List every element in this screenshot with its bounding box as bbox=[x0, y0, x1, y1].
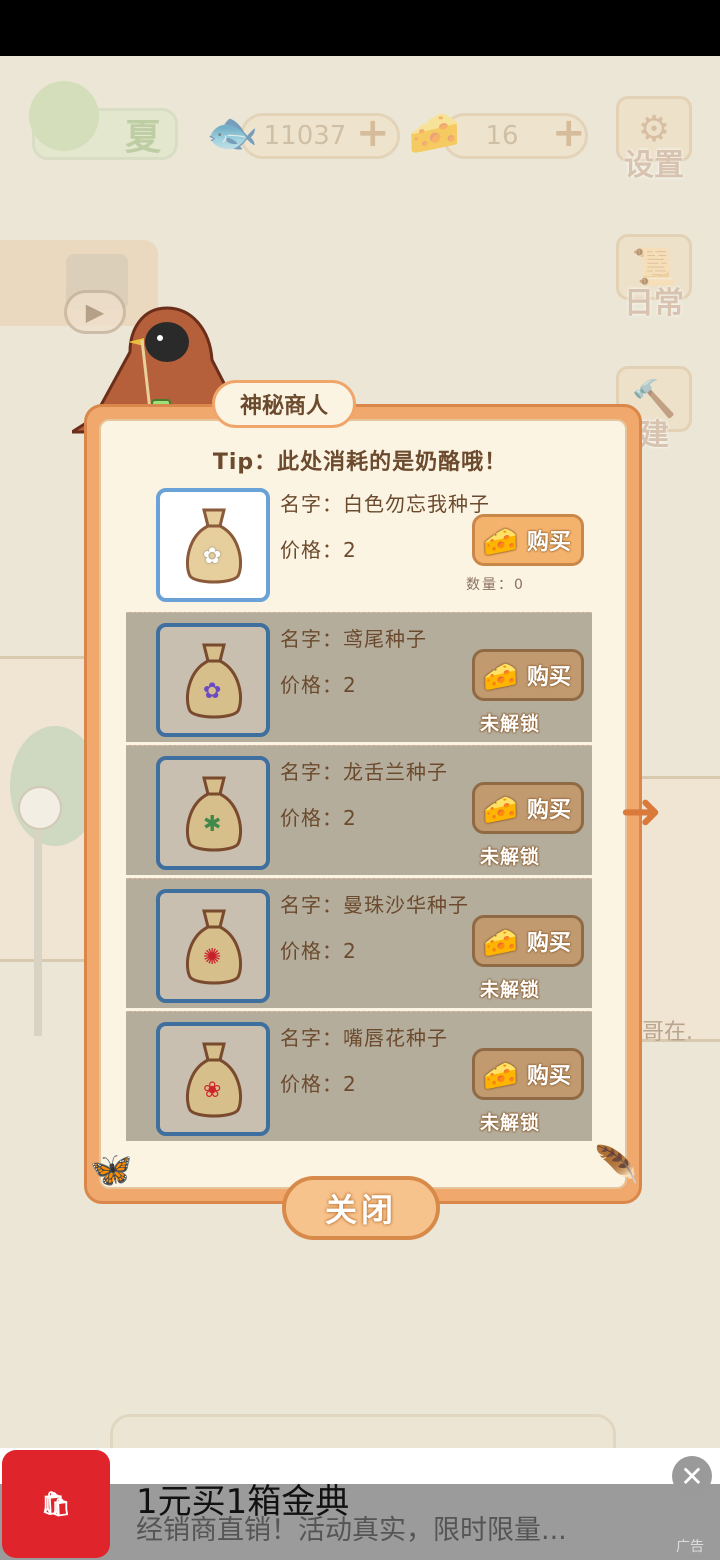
item-price: 价格：2 bbox=[280, 806, 357, 830]
add-cheese-icon[interactable]: + bbox=[552, 110, 586, 156]
cheese-icon: 🧀 bbox=[483, 525, 518, 558]
seed-item-frame: ✱ bbox=[156, 756, 270, 870]
item-quantity: 数量：0 bbox=[466, 577, 525, 593]
item-name: 名字：嘴唇花种子 bbox=[280, 1026, 448, 1050]
seed-item-frame: ✺ bbox=[156, 889, 270, 1003]
seed-item-frame: ✿ bbox=[156, 488, 270, 602]
buy-label: 购买 bbox=[526, 931, 571, 956]
cheese-icon: 🧀 bbox=[483, 1059, 518, 1092]
buy-button[interactable]: 🧀 购买 bbox=[472, 1048, 584, 1100]
fish-counter: 11037 🐟 + bbox=[206, 108, 400, 162]
cheese-counter: 16 🧀 + bbox=[408, 108, 588, 162]
locked-label: 未解锁 bbox=[480, 846, 541, 868]
daily-label: 日常 bbox=[624, 286, 684, 321]
dragonfly-icon: 🪶 bbox=[594, 1145, 639, 1186]
buy-label: 购买 bbox=[526, 530, 571, 555]
next-page-arrow-icon[interactable]: ➜ bbox=[620, 782, 662, 840]
seed-item-frame: ❀ bbox=[156, 1022, 270, 1136]
buy-label: 购买 bbox=[526, 1064, 571, 1089]
cheese-count: 16 bbox=[485, 121, 519, 151]
buy-button[interactable]: 🧀 购买 bbox=[472, 649, 584, 701]
background-bottom-buildings bbox=[110, 1414, 616, 1448]
seed-item-frame: ✿ bbox=[156, 623, 270, 737]
ad-tag: 广告 bbox=[676, 1539, 704, 1555]
item-price: 价格：2 bbox=[280, 1072, 357, 1096]
shop-item: ❀ 名字：嘴唇花种子 价格：2 🧀 购买 未解锁 bbox=[126, 1011, 592, 1141]
settings-label: 设置 bbox=[624, 148, 684, 183]
background-sign-text: 哥在. bbox=[642, 1020, 693, 1045]
buy-button[interactable]: 🧀 购买 bbox=[472, 514, 584, 566]
locked-label: 未解锁 bbox=[480, 979, 541, 1001]
daily-button[interactable]: 📜 日常 bbox=[616, 234, 692, 322]
agave-plant-icon: ✱ bbox=[203, 812, 222, 837]
iris-flower-icon: ✿ bbox=[203, 679, 222, 704]
shop-item: ✱ 名字：龙舌兰种子 价格：2 🧀 购买 未解锁 bbox=[126, 745, 592, 875]
buy-label: 购买 bbox=[526, 798, 571, 823]
item-name: 名字：曼珠沙华种子 bbox=[280, 893, 469, 917]
item-price: 价格：2 bbox=[280, 939, 357, 963]
item-price: 价格：2 bbox=[280, 673, 357, 697]
shop-item: ✿ 名字：白色勿忘我种子 价格：2 🧀 购买 数量：0 bbox=[126, 478, 592, 608]
red-spider-lily-icon: ✺ bbox=[203, 945, 222, 970]
item-name: 名字：鸢尾种子 bbox=[280, 627, 427, 651]
locked-label: 未解锁 bbox=[480, 1112, 541, 1134]
item-name: 名字：白色勿忘我种子 bbox=[280, 492, 490, 516]
white-forget-me-not-icon: ✿ bbox=[203, 544, 222, 569]
fish-count: 11037 bbox=[263, 121, 347, 151]
buy-button[interactable]: 🧀 购买 bbox=[472, 915, 584, 967]
status-bar bbox=[0, 0, 720, 56]
buy-label: 购买 bbox=[526, 665, 571, 690]
tree-icon bbox=[29, 81, 99, 151]
buy-button[interactable]: 🧀 购买 bbox=[472, 782, 584, 834]
butterfly-icon: 🦋 bbox=[90, 1150, 133, 1190]
item-name: 名字：龙舌兰种子 bbox=[280, 760, 448, 784]
cheese-icon: 🧀 bbox=[408, 108, 461, 157]
settings-button[interactable]: ⚙ 设置 bbox=[616, 96, 692, 184]
close-button[interactable]: 关闭 bbox=[282, 1176, 440, 1240]
dialog-title: 神秘商人 bbox=[212, 380, 356, 428]
cheese-icon: 🧀 bbox=[483, 660, 518, 693]
background-lamp-post bbox=[34, 796, 42, 1036]
shopping-bag-icon: 🛍 bbox=[40, 1490, 72, 1518]
lip-flower-icon: ❀ bbox=[203, 1078, 222, 1103]
add-fish-icon[interactable]: + bbox=[356, 110, 390, 156]
ad-logo[interactable]: 🛍 bbox=[2, 1450, 110, 1558]
shop-item: ✿ 名字：鸢尾种子 价格：2 🧀 购买 未解锁 bbox=[126, 612, 592, 742]
ad-close-icon[interactable]: ✕ bbox=[672, 1456, 712, 1496]
background-lamp bbox=[18, 786, 62, 830]
fish-bone-icon: 🐟 bbox=[206, 108, 259, 157]
ad-description[interactable]: 经销商直销！活动真实，限时限量... bbox=[136, 1508, 567, 1547]
item-price: 价格：2 bbox=[280, 538, 357, 562]
shop-item: ✺ 名字：曼珠沙华种子 价格：2 🧀 购买 未解锁 bbox=[126, 878, 592, 1008]
season-label: 夏 bbox=[124, 117, 161, 158]
cheese-icon: 🧀 bbox=[483, 926, 518, 959]
locked-label: 未解锁 bbox=[480, 713, 541, 735]
cheese-icon: 🧀 bbox=[483, 793, 518, 826]
season-indicator[interactable]: 夏 bbox=[29, 81, 178, 160]
dialog-tip: Tip：此处消耗的是奶酪哦！ bbox=[212, 450, 508, 475]
